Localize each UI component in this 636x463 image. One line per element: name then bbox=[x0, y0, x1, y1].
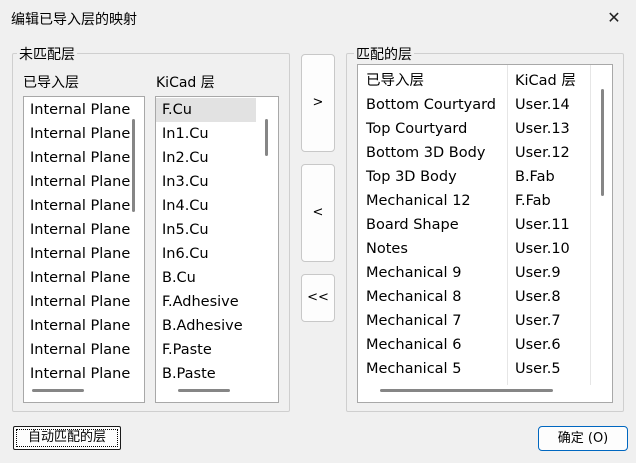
kicad-layer-item[interactable]: B.Adhesive bbox=[156, 314, 256, 338]
kicad-layer-item[interactable]: In5.Cu bbox=[156, 218, 256, 242]
kicad-layers-header: KiCad 层 bbox=[156, 75, 215, 91]
imported-layer-item[interactable]: Internal Plane bbox=[24, 170, 130, 194]
matched-imported-column-header[interactable]: 已导入层 bbox=[366, 69, 424, 93]
horizontal-scrollbar[interactable] bbox=[178, 389, 230, 392]
matched-imported-layer[interactable]: Top Courtyard bbox=[366, 117, 467, 141]
matched-imported-layer[interactable]: Mechanical 12 bbox=[366, 189, 471, 213]
matched-imported-layer[interactable]: Mechanical 8 bbox=[366, 285, 461, 309]
matched-layers-table[interactable]: 已导入层 KiCad 层 Bottom Courtyard User.14 Top … bbox=[357, 64, 613, 403]
vertical-scrollbar[interactable] bbox=[601, 89, 604, 196]
kicad-layer-item[interactable]: B.Paste bbox=[156, 362, 256, 386]
auto-match-button[interactable]: 自动匹配的层 bbox=[13, 426, 121, 450]
kicad-layer-item[interactable]: In1.Cu bbox=[156, 122, 256, 146]
matched-imported-layer[interactable]: Top 3D Body bbox=[366, 165, 457, 189]
matched-imported-layer[interactable]: Notes bbox=[366, 237, 408, 261]
imported-layer-item[interactable]: Internal Plane bbox=[24, 314, 130, 338]
kicad-layer-item[interactable]: In6.Cu bbox=[156, 242, 256, 266]
matched-kicad-layer[interactable]: User.9 bbox=[515, 261, 561, 285]
matched-layers-label: 匹配的层 bbox=[354, 44, 414, 64]
horizontal-scrollbar[interactable] bbox=[380, 389, 553, 392]
imported-layer-item[interactable]: Internal Plane bbox=[24, 218, 130, 242]
imported-layer-item[interactable]: Internal Plane bbox=[24, 338, 130, 362]
matched-kicad-layer[interactable]: User.13 bbox=[515, 117, 570, 141]
kicad-layer-item[interactable]: F.Adhesive bbox=[156, 290, 256, 314]
remove-all-mappings-button[interactable]: << bbox=[301, 274, 335, 322]
horizontal-scrollbar[interactable] bbox=[32, 389, 84, 392]
column-divider bbox=[507, 65, 508, 385]
kicad-layer-item[interactable]: B.Cu bbox=[156, 266, 256, 290]
kicad-layer-item[interactable]: F.Paste bbox=[156, 338, 256, 362]
matched-imported-layer[interactable]: Bottom Courtyard bbox=[366, 93, 496, 117]
matched-imported-layer[interactable]: Mechanical 7 bbox=[366, 309, 461, 333]
matched-imported-layer[interactable]: Mechanical 5 bbox=[366, 357, 461, 381]
matched-imported-layer[interactable]: Mechanical 9 bbox=[366, 261, 461, 285]
matched-kicad-layer[interactable]: B.Fab bbox=[515, 165, 555, 189]
matched-imported-layer[interactable]: Board Shape bbox=[366, 213, 459, 237]
unmatched-layers-label: 未匹配层 bbox=[17, 44, 77, 64]
matched-imported-layer[interactable]: Mechanical 6 bbox=[366, 333, 461, 357]
imported-layer-item[interactable]: Internal Plane bbox=[24, 266, 130, 290]
imported-layer-item[interactable]: Internal Plane bbox=[24, 194, 130, 218]
matched-imported-layer[interactable]: Bottom 3D Body bbox=[366, 141, 485, 165]
kicad-layer-item[interactable]: In2.Cu bbox=[156, 146, 256, 170]
column-divider bbox=[590, 65, 591, 385]
imported-layer-item[interactable]: Internal Plane bbox=[24, 122, 130, 146]
matched-kicad-layer[interactable]: User.14 bbox=[515, 93, 570, 117]
matched-kicad-layer[interactable]: F.Fab bbox=[515, 189, 551, 213]
dialog-title: 编辑已导入层的映射 bbox=[11, 12, 137, 28]
imported-layer-item[interactable]: Internal Plane bbox=[24, 146, 130, 170]
matched-kicad-layer[interactable]: User.12 bbox=[515, 141, 570, 165]
ok-button[interactable]: 确定 (O) bbox=[538, 426, 628, 451]
imported-layers-list[interactable]: Internal Plane Internal Plane Internal Pla… bbox=[23, 96, 145, 403]
matched-kicad-layer[interactable]: User.7 bbox=[515, 309, 561, 333]
imported-layer-item[interactable]: Internal Plane bbox=[24, 290, 130, 314]
matched-kicad-column-header[interactable]: KiCad 层 bbox=[515, 69, 576, 93]
remove-mapping-button[interactable]: < bbox=[301, 164, 335, 262]
matched-kicad-layer[interactable]: User.6 bbox=[515, 333, 561, 357]
close-icon[interactable]: ✕ bbox=[604, 8, 624, 28]
vertical-scrollbar[interactable] bbox=[265, 119, 268, 156]
kicad-layer-item[interactable]: F.Cu bbox=[156, 98, 256, 122]
kicad-layers-list[interactable]: F.Cu In1.Cu In2.Cu In3.Cu In4.Cu In5.Cu In6.Cu… bbox=[155, 96, 279, 403]
kicad-layer-item[interactable]: In4.Cu bbox=[156, 194, 256, 218]
add-mapping-button[interactable]: > bbox=[301, 54, 335, 152]
matched-kicad-layer[interactable]: User.8 bbox=[515, 285, 561, 309]
matched-kicad-layer[interactable]: User.5 bbox=[515, 357, 561, 381]
matched-kicad-layer[interactable]: User.11 bbox=[515, 213, 570, 237]
kicad-layer-item[interactable]: In3.Cu bbox=[156, 170, 256, 194]
imported-layer-item[interactable]: Internal Plane bbox=[24, 242, 130, 266]
matched-kicad-layer[interactable]: User.10 bbox=[515, 237, 570, 261]
imported-layer-item[interactable]: Internal Plane bbox=[24, 98, 130, 122]
imported-layer-item[interactable]: Internal Plane bbox=[24, 362, 130, 386]
vertical-scrollbar[interactable] bbox=[132, 119, 135, 212]
imported-layers-header: 已导入层 bbox=[23, 75, 79, 91]
